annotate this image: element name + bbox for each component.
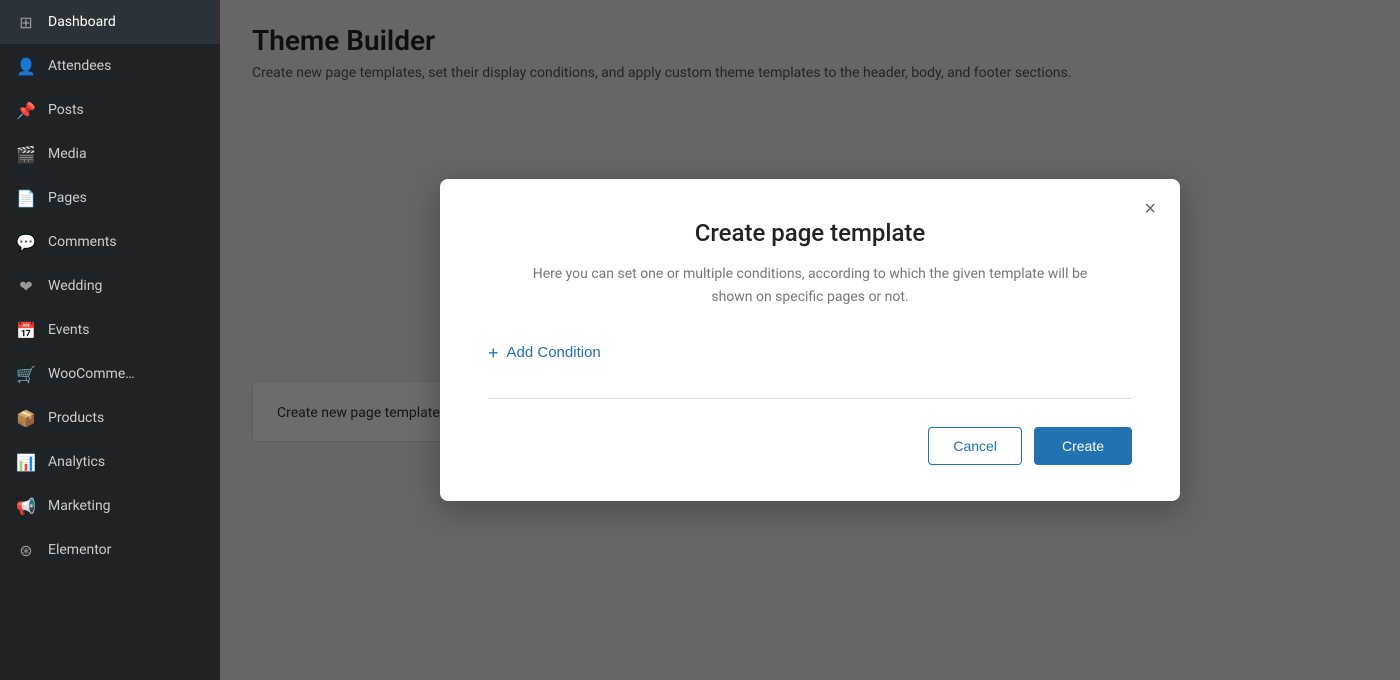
pages-icon: 📄 [16,188,36,208]
plus-icon: + [488,344,499,362]
media-icon: 🎬 [16,144,36,164]
main-content: Theme Builder Create new page templates,… [220,0,1400,680]
cancel-button[interactable]: Cancel [928,427,1022,465]
sidebar-item-analytics[interactable]: 📊 Analytics [0,440,220,484]
modal-overlay: × Create page template Here you can set … [220,0,1400,680]
add-condition-button[interactable]: + Add Condition [488,340,601,366]
sidebar-label-attendees: Attendees [48,58,111,74]
sidebar-item-comments[interactable]: 💬 Comments [0,220,220,264]
sidebar-label-events: Events [48,322,89,338]
sidebar-label-woocommerce: WooComme… [48,366,135,382]
products-icon: 📦 [16,408,36,428]
sidebar-item-pages[interactable]: 📄 Pages [0,176,220,220]
sidebar: ⊞ Dashboard 👤 Attendees 📌 Posts 🎬 Media … [0,0,220,680]
modal-description: Here you can set one or multiple conditi… [530,263,1090,308]
sidebar-label-marketing: Marketing [48,498,111,514]
dashboard-icon: ⊞ [16,12,36,32]
sidebar-label-wedding: Wedding [48,278,102,294]
sidebar-label-dashboard: Dashboard [48,14,116,30]
wedding-icon: ❤ [16,276,36,296]
sidebar-item-media[interactable]: 🎬 Media [0,132,220,176]
woocommerce-icon: 🛒 [16,364,36,384]
posts-icon: 📌 [16,100,36,120]
sidebar-label-products: Products [48,410,104,426]
sidebar-label-analytics: Analytics [48,454,105,470]
sidebar-item-wedding[interactable]: ❤ Wedding [0,264,220,308]
modal-close-button[interactable]: × [1140,195,1160,223]
attendees-icon: 👤 [16,56,36,76]
add-condition-label: Add Condition [507,344,601,361]
sidebar-item-marketing[interactable]: 📢 Marketing [0,484,220,528]
modal: × Create page template Here you can set … [440,179,1180,501]
comments-icon: 💬 [16,232,36,252]
modal-divider [488,398,1132,399]
sidebar-label-comments: Comments [48,234,117,250]
sidebar-item-attendees[interactable]: 👤 Attendees [0,44,220,88]
sidebar-item-dashboard[interactable]: ⊞ Dashboard [0,0,220,44]
sidebar-item-elementor[interactable]: ⊛ Elementor [0,528,220,572]
sidebar-item-woocommerce[interactable]: 🛒 WooComme… [0,352,220,396]
sidebar-item-products[interactable]: 📦 Products [0,396,220,440]
sidebar-label-pages: Pages [48,190,87,206]
elementor-icon: ⊛ [16,540,36,560]
create-button[interactable]: Create [1034,427,1132,465]
sidebar-label-posts: Posts [48,102,84,118]
analytics-icon: 📊 [16,452,36,472]
sidebar-label-elementor: Elementor [48,542,111,558]
marketing-icon: 📢 [16,496,36,516]
modal-actions: Cancel Create [488,427,1132,465]
sidebar-item-posts[interactable]: 📌 Posts [0,88,220,132]
modal-title: Create page template [488,219,1132,247]
events-icon: 📅 [16,320,36,340]
sidebar-label-media: Media [48,146,87,162]
sidebar-item-events[interactable]: 📅 Events [0,308,220,352]
